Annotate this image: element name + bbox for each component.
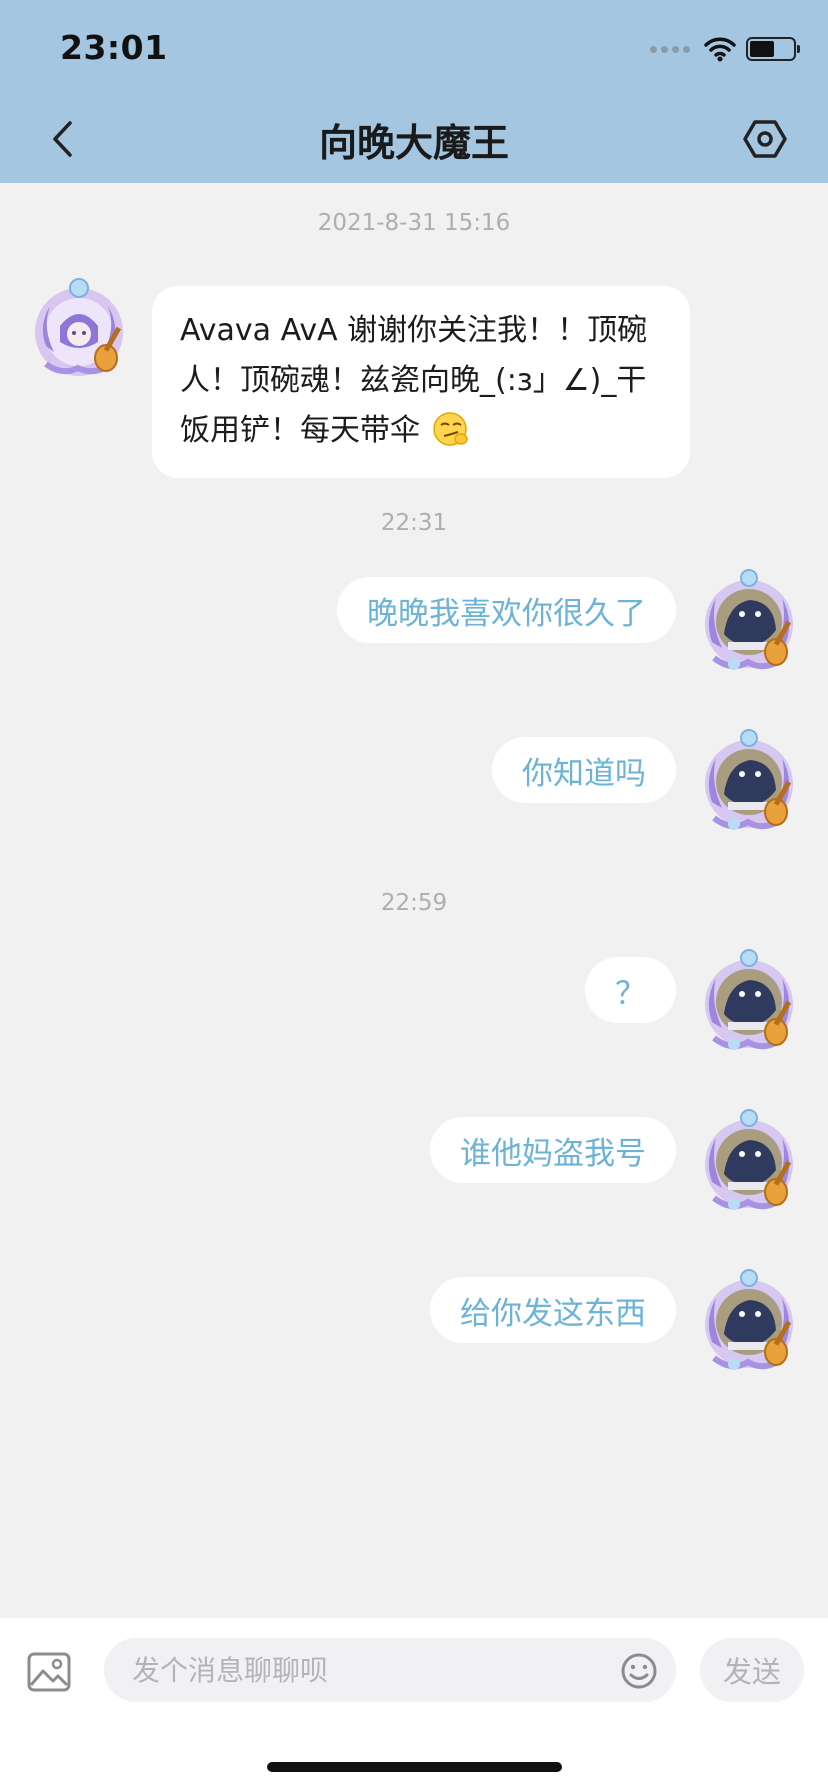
settings-button[interactable] [742,116,788,162]
message-composer: 发送 [0,1618,828,1792]
status-time: 23:01 [60,28,168,67]
outgoing-message-text: 晚晚我喜欢你很久了 [367,595,646,632]
my-avatar[interactable] [698,948,800,1056]
smiley-face-icon [621,1653,657,1689]
outgoing-message-text: 谁他妈盗我号 [460,1135,646,1172]
status-icons [650,34,800,64]
my-avatar[interactable] [698,728,800,836]
incoming-message-bubble[interactable]: Avava AvA 谢谢你关注我！！顶碗人！顶碗魂！兹瓷向晚_(:з」∠)_干饭… [152,286,690,478]
timestamp: 2021-8-31 15:16 [317,210,511,236]
home-indicator [267,1762,562,1772]
contact-avatar[interactable] [28,276,130,384]
message-input[interactable] [104,1638,676,1702]
timestamp: 22:59 [380,890,448,916]
outgoing-message-text: ？ [615,975,646,1012]
outgoing-message-bubble[interactable]: 晚晚我喜欢你很久了 [337,577,676,643]
timestamp: 22:31 [380,510,448,536]
outgoing-message-bubble[interactable]: 你知道吗 [492,737,676,803]
outgoing-message-text: 你知道吗 [522,755,646,792]
signal-icon [650,45,690,53]
outgoing-message-bubble[interactable]: 谁他妈盗我号 [430,1117,676,1183]
settings-hexagon-icon [743,120,787,158]
nav-header: 23:01 向晚大魔王 [0,0,828,183]
image-button[interactable] [26,1649,72,1695]
emoji-button[interactable] [620,1652,658,1690]
smirk-emoji-icon [432,412,468,446]
my-avatar[interactable] [698,1108,800,1216]
outgoing-message-bubble[interactable]: ？ [585,957,676,1023]
my-avatar[interactable] [698,1268,800,1376]
incoming-message-text: Avava AvA 谢谢你关注我！！顶碗人！顶碗魂！兹瓷向晚_(:з」∠)_干饭… [180,313,648,448]
send-button[interactable]: 发送 [700,1638,804,1702]
chat-title: 向晚大魔王 [318,121,509,165]
outgoing-message-text: 给你发这东西 [460,1295,646,1332]
wifi-icon [704,37,736,62]
my-avatar[interactable] [698,568,800,676]
image-icon [27,1652,71,1692]
outgoing-message-bubble[interactable]: 给你发这东西 [430,1277,676,1343]
battery-icon [746,37,800,61]
